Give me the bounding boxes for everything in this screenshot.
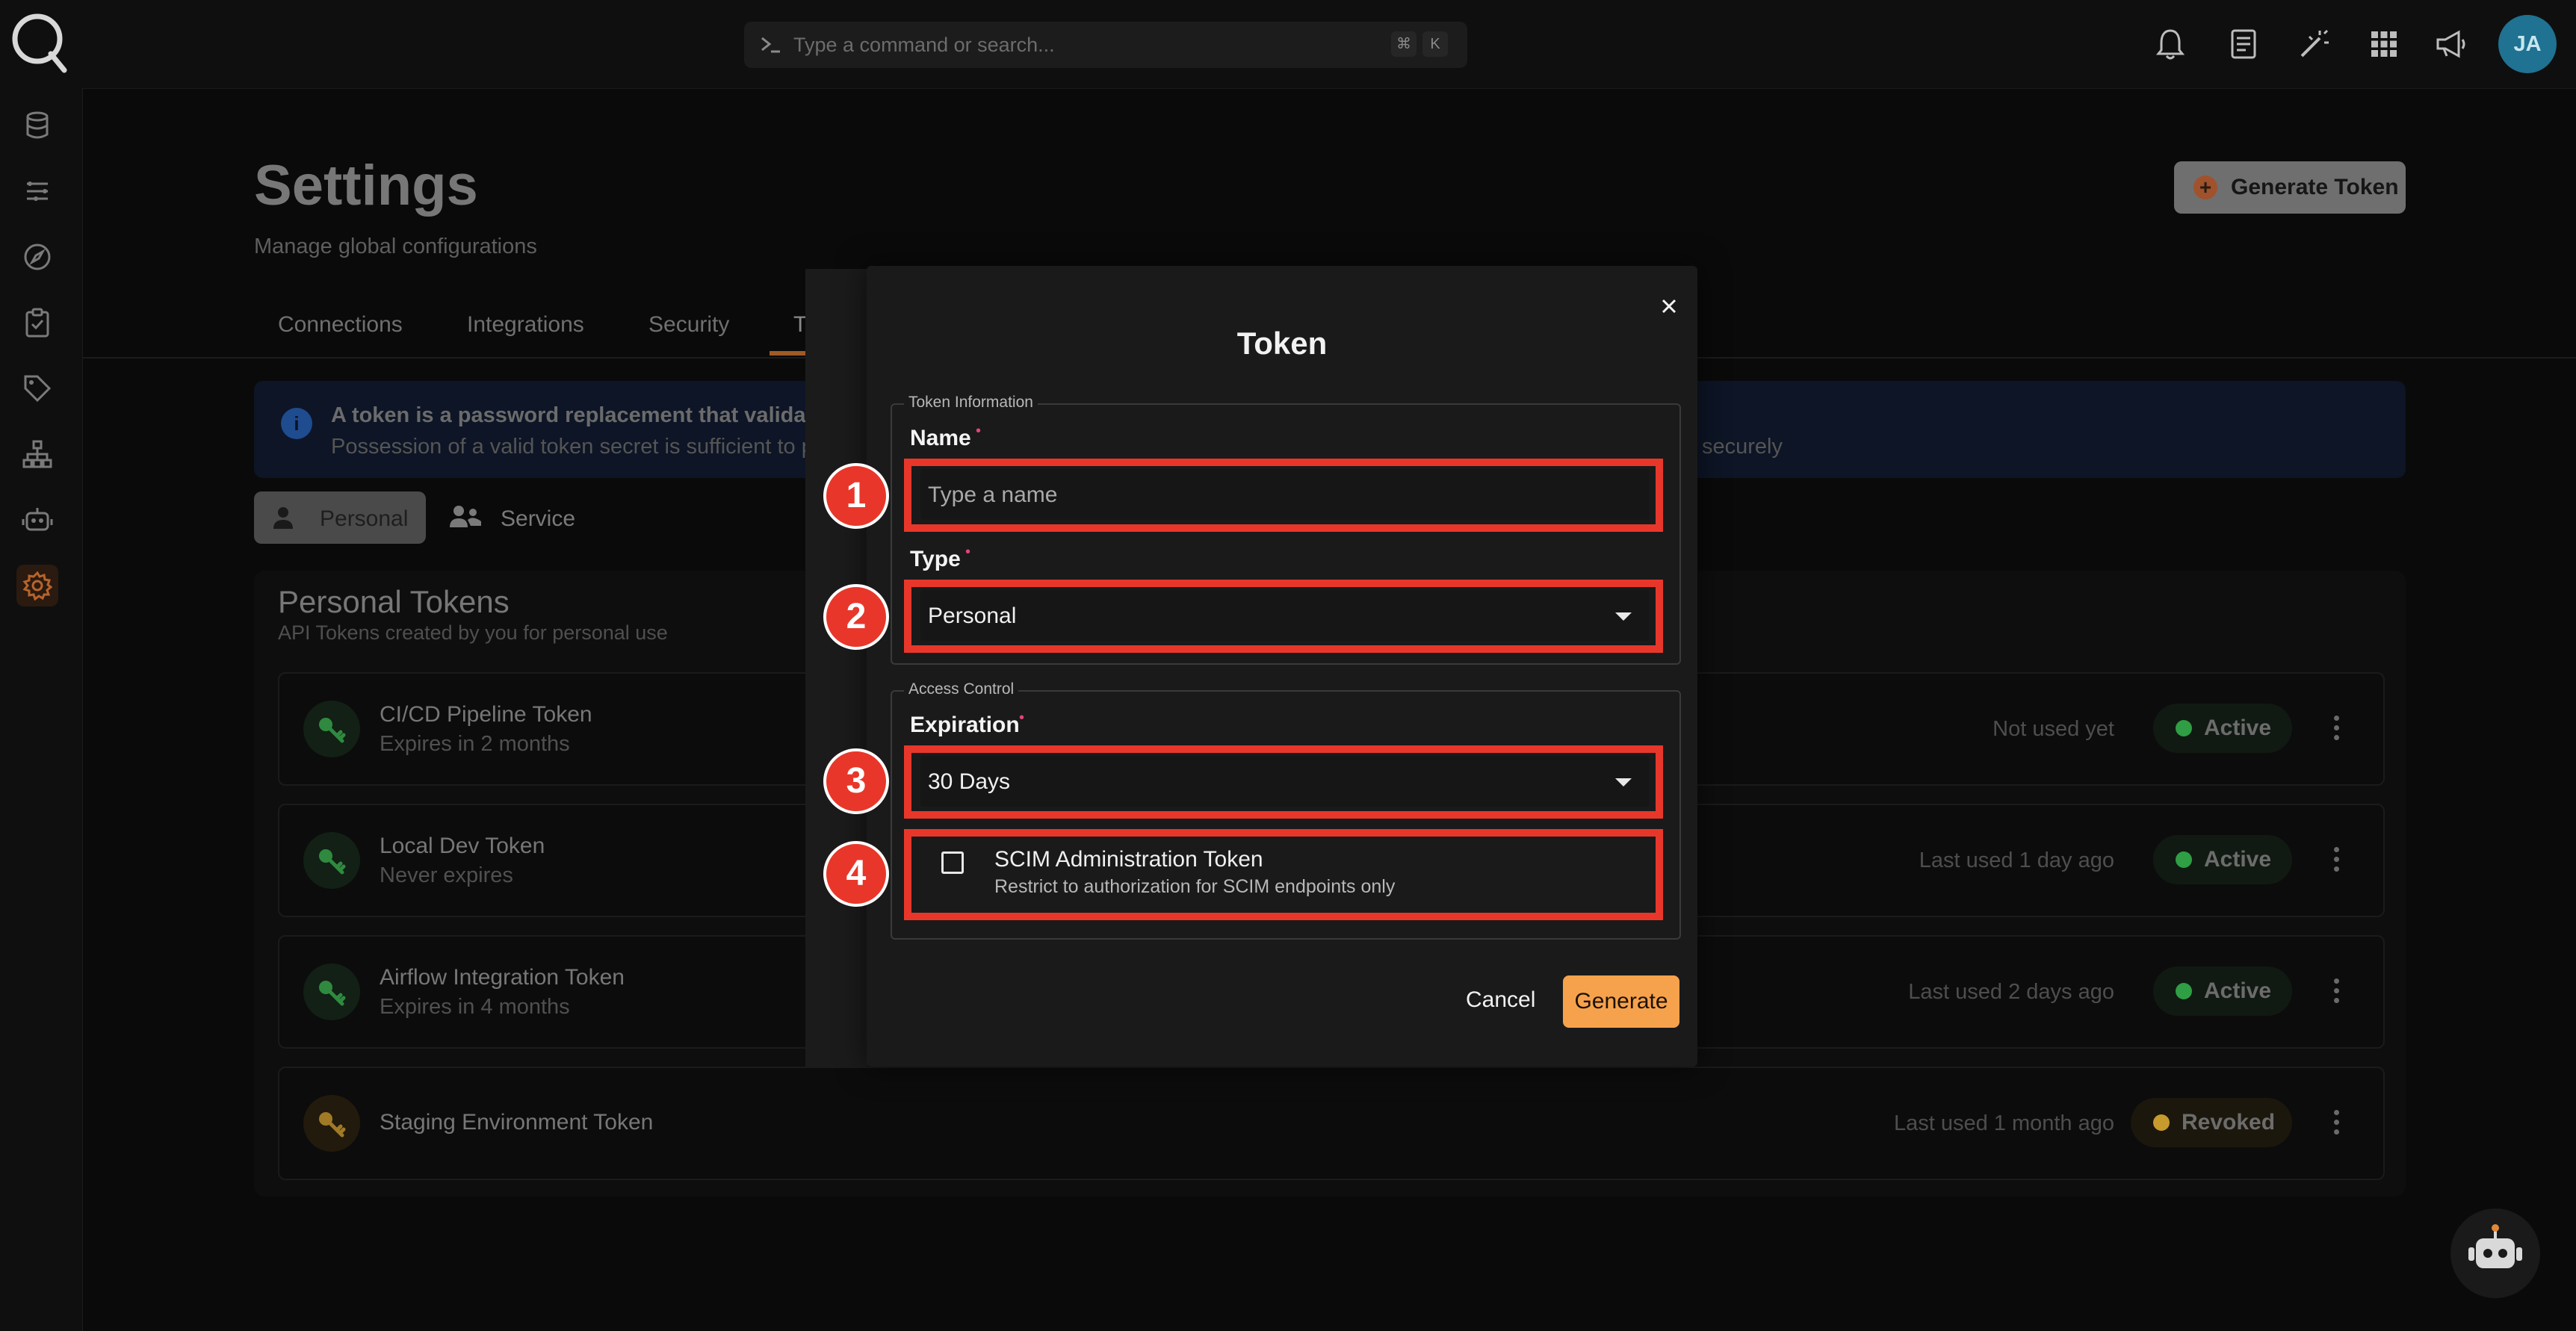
page-subtitle: Manage global configurations xyxy=(254,235,537,258)
callout-box-3 xyxy=(904,745,1663,819)
info-banner-text-tail: securely xyxy=(1702,435,1783,459)
expiration-label: Expiration xyxy=(910,713,1020,737)
callout-number-1: 1 xyxy=(823,463,889,529)
info-icon: i xyxy=(281,408,312,439)
key-icon xyxy=(303,701,360,757)
generate-token-button[interactable]: + Generate Token xyxy=(2174,161,2406,214)
token-name: CI/CD Pipeline Token xyxy=(380,702,592,727)
tasks-icon[interactable] xyxy=(16,302,58,344)
search-placeholder: Type a command or search... xyxy=(793,34,1055,56)
token-expiry: Expires in 4 months xyxy=(380,995,570,1019)
key-icon xyxy=(303,832,360,889)
token-name: Local Dev Token xyxy=(380,834,545,858)
panel-subtitle: API Tokens created by you for personal u… xyxy=(278,621,668,644)
hierarchy-icon[interactable] xyxy=(16,433,58,475)
section-legend: Token Information xyxy=(904,394,1038,412)
key-icon xyxy=(303,1095,360,1152)
callout-number-4: 4 xyxy=(823,841,889,907)
callout-number-2: 2 xyxy=(823,584,889,650)
megaphone-icon[interactable] xyxy=(2433,25,2470,63)
group-icon[interactable] xyxy=(448,503,483,530)
generate-token-label: Generate Token xyxy=(2231,175,2399,199)
status-label: Revoked xyxy=(2182,1110,2276,1135)
magic-wand-icon[interactable] xyxy=(2295,25,2332,63)
more-options-icon[interactable] xyxy=(2325,968,2347,1013)
assistant-bot-button[interactable] xyxy=(2450,1209,2540,1298)
token-expiry: Expires in 2 months xyxy=(380,732,570,756)
tags-icon[interactable] xyxy=(16,367,58,409)
modal-title: Token xyxy=(1236,326,1328,361)
required-indicator: • xyxy=(976,423,982,439)
token-name: Staging Environment Token xyxy=(380,1110,654,1135)
name-label: Name xyxy=(910,426,971,450)
more-options-icon[interactable] xyxy=(2325,837,2347,881)
token-last-used: Last used 1 month ago xyxy=(1893,1111,2114,1135)
section-legend: Access Control xyxy=(904,680,1019,698)
command-key-hint: ⌘ xyxy=(1391,31,1417,57)
settings-icon[interactable] xyxy=(16,565,58,606)
token-last-used: Last used 1 day ago xyxy=(1919,848,2114,872)
token-last-used: Not used yet xyxy=(1993,717,2114,741)
tab-connections[interactable]: Connections xyxy=(278,312,403,338)
bot-icon[interactable] xyxy=(16,499,58,541)
more-options-icon[interactable] xyxy=(2325,705,2347,750)
more-options-icon[interactable] xyxy=(2325,1099,2347,1144)
person-icon xyxy=(270,505,296,530)
tab-integrations[interactable]: Integrations xyxy=(467,312,584,338)
callout-number-3: 3 xyxy=(823,748,889,814)
plus-icon: + xyxy=(2193,176,2217,199)
token-name: Airflow Integration Token xyxy=(380,965,625,990)
page-title: Settings xyxy=(254,154,478,217)
database-icon[interactable] xyxy=(16,105,58,146)
token-expiry: Never expires xyxy=(380,863,513,887)
type-label: Type xyxy=(910,547,961,571)
status-label: Active xyxy=(2204,978,2272,1003)
command-search-bar[interactable]: Type a command or search... ⌘ K xyxy=(744,22,1467,68)
callout-box-1 xyxy=(904,459,1663,532)
panel-title: Personal Tokens xyxy=(278,584,510,619)
modal-backdrop-edge xyxy=(805,269,868,1068)
k-key-hint: K xyxy=(1422,31,1448,57)
required-indicator: • xyxy=(965,544,971,560)
status-label: Active xyxy=(2204,716,2272,740)
segment-service-label[interactable]: Service xyxy=(501,506,575,532)
info-banner-text: Possession of a valid token secret is su… xyxy=(331,435,876,459)
status-badge: Active xyxy=(2153,967,2292,1016)
status-badge: Active xyxy=(2153,704,2292,753)
tab-security[interactable]: Security xyxy=(648,312,729,338)
callout-box-2 xyxy=(904,580,1663,653)
user-avatar[interactable]: JA xyxy=(2498,15,2557,73)
token-modal xyxy=(867,266,1697,1067)
segment-personal-label: Personal xyxy=(320,506,409,531)
document-icon[interactable] xyxy=(2225,25,2262,63)
status-label: Active xyxy=(2204,847,2272,872)
explore-icon[interactable] xyxy=(16,236,58,278)
required-indicator: • xyxy=(1019,710,1025,726)
status-badge: Revoked xyxy=(2131,1098,2292,1147)
terminal-prompt-icon xyxy=(759,34,783,56)
pipelines-icon[interactable] xyxy=(16,170,58,212)
cancel-button[interactable]: Cancel xyxy=(1466,987,1535,1013)
key-icon xyxy=(303,964,360,1020)
bell-icon[interactable] xyxy=(2152,25,2189,63)
close-icon[interactable] xyxy=(1654,291,1684,321)
callout-box-4 xyxy=(904,829,1663,920)
token-last-used: Last used 2 days ago xyxy=(1908,980,2114,1004)
app-logo[interactable] xyxy=(7,9,72,73)
apps-grid-icon[interactable] xyxy=(2365,25,2403,63)
generate-button[interactable]: Generate xyxy=(1563,975,1679,1028)
status-badge: Active xyxy=(2153,835,2292,884)
